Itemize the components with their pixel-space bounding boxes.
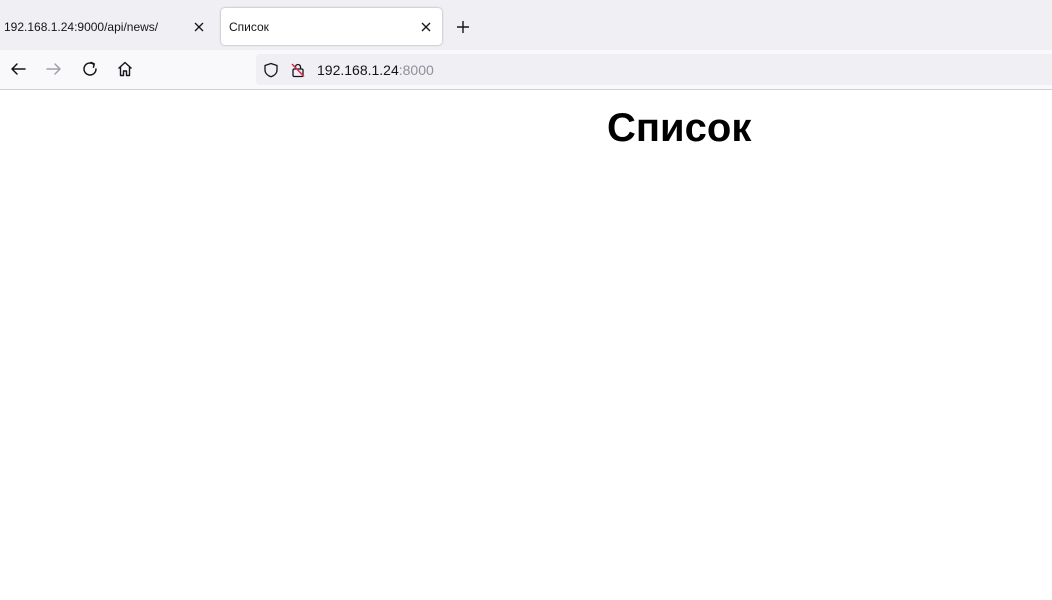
new-tab-button[interactable] [451,15,475,39]
url-text[interactable]: 192.168.1.24:8000 [317,62,434,78]
plus-icon [457,21,469,33]
url-port: :8000 [398,62,434,78]
arrow-left-icon [11,63,26,75]
arrow-right-icon [46,63,61,75]
tab-title: Список [229,19,269,34]
address-bar[interactable]: 192.168.1.24:8000 [256,54,1052,85]
home-icon [118,61,132,77]
tab-strip: 192.168.1.24:9000/api/news/ Список [0,0,1052,50]
page-title: Список [607,106,752,150]
url-host: 192.168.1.24 [317,62,399,78]
insecure-lock-icon[interactable] [289,61,307,79]
reload-button[interactable] [78,57,102,81]
forward-button[interactable] [42,57,66,81]
tab-title: 192.168.1.24:9000/api/news/ [4,19,159,34]
close-icon[interactable] [188,16,210,38]
tab-spisok[interactable]: Список [221,8,442,45]
back-button[interactable] [6,57,30,81]
close-icon[interactable] [415,16,437,38]
tab-api-news[interactable]: 192.168.1.24:9000/api/news/ [0,8,215,45]
shield-icon[interactable] [262,61,280,79]
page-content: Список [0,90,1052,600]
home-button[interactable] [113,57,137,81]
navigation-toolbar: 192.168.1.24:8000 [0,50,1052,90]
reload-icon [83,61,97,76]
